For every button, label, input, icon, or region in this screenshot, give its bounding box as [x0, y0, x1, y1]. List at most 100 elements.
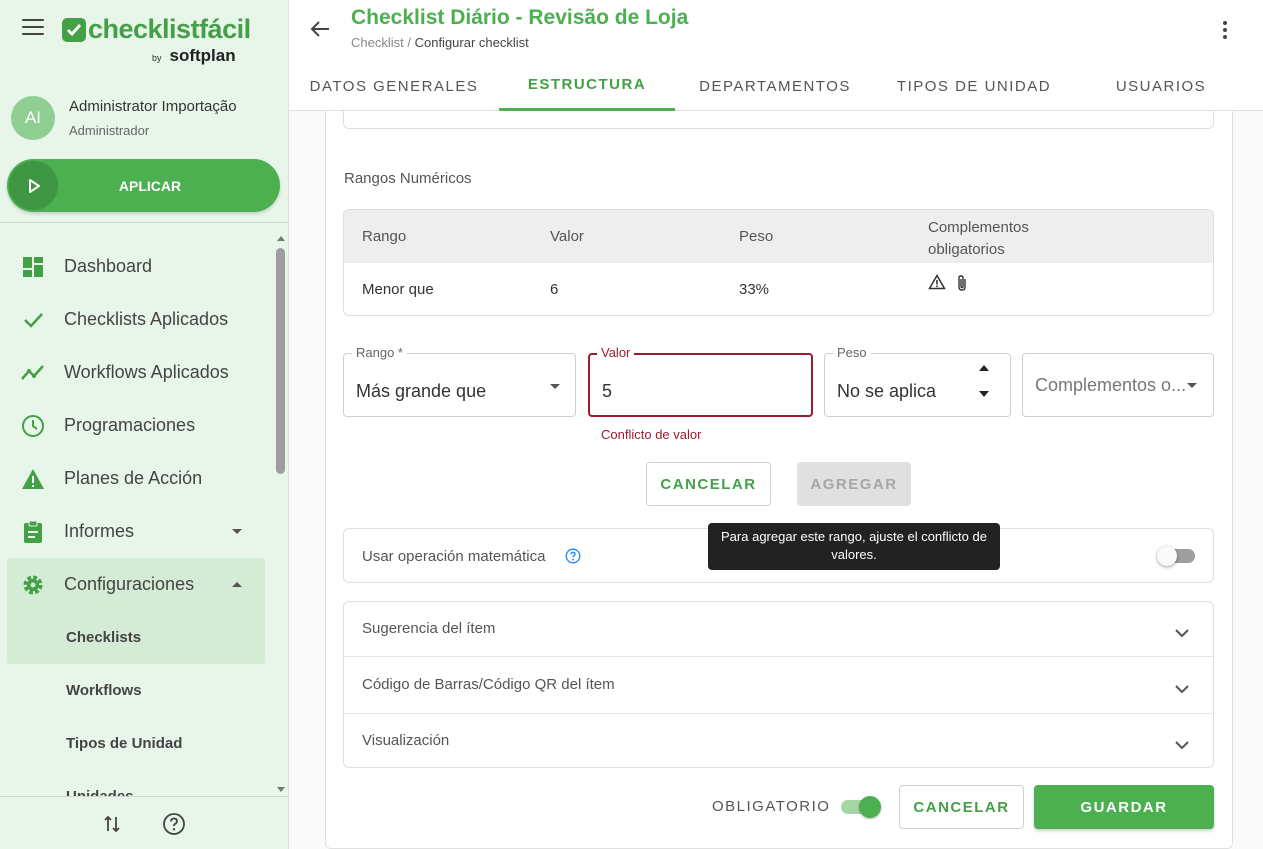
valor-input[interactable]: Valor 5: [588, 345, 813, 417]
help-icon[interactable]: [162, 812, 186, 836]
previous-section: [343, 111, 1214, 129]
dashboard-icon: [20, 254, 46, 280]
sidebar-subitem-unidades[interactable]: Unidades: [0, 770, 274, 796]
sidebar-item-configuraciones[interactable]: Configuraciones: [7, 558, 265, 611]
valor-error-message: Conflicto de valor: [601, 427, 702, 442]
sidebar-item-label: Dashboard: [64, 256, 153, 276]
tab-departamentos[interactable]: DEPARTAMENTOS: [683, 61, 867, 111]
complementos-placeholder: Complementos o...: [1035, 375, 1187, 395]
apply-button-label: APLICAR: [118, 177, 182, 194]
math-operation-toggle[interactable]: [1157, 546, 1197, 566]
accordion-label: Visualización: [362, 732, 450, 749]
scrollbar-thumb[interactable]: [276, 248, 285, 474]
save-button[interactable]: GUARDAR: [1034, 785, 1214, 829]
accordion-label: Sugerencia del ítem: [362, 620, 496, 637]
spin-up-icon[interactable]: [979, 365, 989, 371]
peso-label: Peso: [833, 345, 871, 360]
table-cell: 33%: [739, 281, 770, 298]
breadcrumb-root[interactable]: Checklist: [351, 35, 404, 50]
clock-icon: [20, 413, 46, 439]
sidebar-item-label: Informes: [64, 521, 135, 541]
tab-estructura[interactable]: ESTRUCTURA: [499, 61, 675, 111]
math-operation-label: Usar operación matemática: [362, 548, 546, 565]
more-vert-icon[interactable]: [1215, 20, 1235, 40]
user-name: Administrator Importação: [69, 98, 237, 115]
chevron-down-icon: [550, 384, 560, 389]
user-profile: AI Administrator Importação Administrado…: [11, 96, 237, 140]
accordion-visualizacion[interactable]: Visualización: [344, 714, 1213, 768]
sidebar-item-dashboard[interactable]: Dashboard: [0, 240, 274, 293]
column-header: Peso: [739, 228, 774, 245]
add-range-button[interactable]: AGREGAR: [797, 462, 911, 506]
clipboard-icon: [20, 519, 46, 545]
sidebar-footer: [0, 796, 288, 849]
peso-value: No se aplica: [837, 381, 937, 401]
attachment-icon: [956, 274, 968, 297]
sidebar-subitem-workflows[interactable]: Workflows: [0, 664, 274, 717]
tab-datos-generales[interactable]: DATOS GENERALES: [297, 61, 491, 111]
warning-icon: [20, 466, 46, 492]
help-icon[interactable]: [565, 548, 581, 564]
ranges-table: Rango Valor Peso Complementos obligatori…: [343, 209, 1214, 316]
chevron-down-icon: [1187, 383, 1197, 388]
tab-usuarios[interactable]: USUARIOS: [1081, 61, 1241, 111]
sidebar-item-programaciones[interactable]: Programaciones: [0, 399, 274, 452]
column-header: Valor: [550, 228, 584, 245]
arrow-back-icon[interactable]: [309, 18, 331, 40]
accordion-label: Código de Barras/Código QR del ítem: [362, 676, 615, 693]
conflict-tooltip: Para agregar este rango, ajuste el confl…: [708, 523, 1000, 570]
obligatorio-label: OBLIGATORIO: [712, 798, 831, 815]
obligatorio-toggle[interactable]: [840, 796, 882, 818]
brand-check-icon: [62, 17, 86, 42]
accordion-sugerencia[interactable]: Sugerencia del ítem: [344, 602, 1213, 657]
column-header: Complementos obligatorios: [928, 219, 1029, 258]
rango-value: Más grande que: [356, 381, 487, 401]
divider: [0, 222, 288, 223]
sidebar-subitem-tipos-de-unidad[interactable]: Tipos de Unidad: [0, 717, 274, 770]
cancel-range-button[interactable]: CANCELAR: [646, 462, 771, 506]
check-icon: [20, 307, 46, 333]
sidebar-item-planes-de-accion[interactable]: Planes de Acción: [0, 452, 274, 505]
scroll-down-icon[interactable]: [277, 787, 285, 792]
valor-label: Valor: [597, 345, 635, 360]
sidebar-item-label: Configuraciones: [64, 574, 195, 594]
apply-button[interactable]: APLICAR: [7, 159, 280, 212]
sidebar-nav: Dashboard Checklists Aplicados Workflows…: [0, 240, 274, 796]
chevron-down-icon: [232, 529, 242, 534]
brand-name: checklistfácil: [88, 14, 251, 44]
tab-tipos-de-unidad[interactable]: TIPOS DE UNIDAD: [875, 61, 1073, 111]
complementos-select[interactable]: Complementos o...: [1022, 353, 1214, 417]
accordion-codigo-barras[interactable]: Código de Barras/Código QR del ítem: [344, 657, 1213, 714]
sidebar-subitem-checklists[interactable]: Checklists: [7, 611, 265, 664]
sidebar-item-workflows-aplicados[interactable]: Workflows Aplicados: [0, 346, 274, 399]
rango-select[interactable]: Rango * Más grande que: [343, 345, 576, 417]
peso-stepper[interactable]: Peso No se aplica: [824, 345, 1011, 417]
chevron-down-icon: [1173, 680, 1191, 698]
chevron-down-icon: [1173, 736, 1191, 754]
valor-value: 5: [602, 381, 613, 401]
spin-down-icon[interactable]: [979, 391, 989, 397]
sidebar: checklistfácil by softplan AI Administra…: [0, 0, 289, 849]
sidebar-item-label: Planes de Acción: [64, 468, 203, 488]
item-options-accordion: Sugerencia del ítem Código de Barras/Cód…: [343, 601, 1214, 768]
user-role: Administrador: [69, 123, 150, 138]
menu-icon[interactable]: [22, 19, 44, 37]
table-cell: Menor que: [362, 281, 434, 298]
brand-company: softplan: [169, 46, 236, 65]
scroll-up-icon[interactable]: [277, 236, 285, 241]
tab-bar: DATOS GENERALES ESTRUCTURA DEPARTAMENTOS…: [289, 61, 1263, 111]
cancel-button[interactable]: CANCELAR: [899, 785, 1024, 829]
breadcrumb: Checklist / Configurar checklist: [351, 35, 529, 50]
column-header: Rango: [362, 228, 407, 245]
warning-icon: [928, 273, 946, 297]
complementos-icons: [928, 273, 968, 297]
sidebar-item-informes[interactable]: Informes: [0, 505, 274, 558]
section-title: Rangos Numéricos: [344, 170, 472, 187]
brand-logo: checklistfácil by softplan: [62, 14, 251, 65]
swap-icon[interactable]: [101, 813, 123, 835]
sidebar-scrollbar[interactable]: [274, 232, 287, 796]
gear-icon: [20, 572, 46, 598]
toggle-knob: [1157, 546, 1177, 566]
toggle-knob: [859, 796, 881, 818]
sidebar-item-checklists-aplicados[interactable]: Checklists Aplicados: [0, 293, 274, 346]
